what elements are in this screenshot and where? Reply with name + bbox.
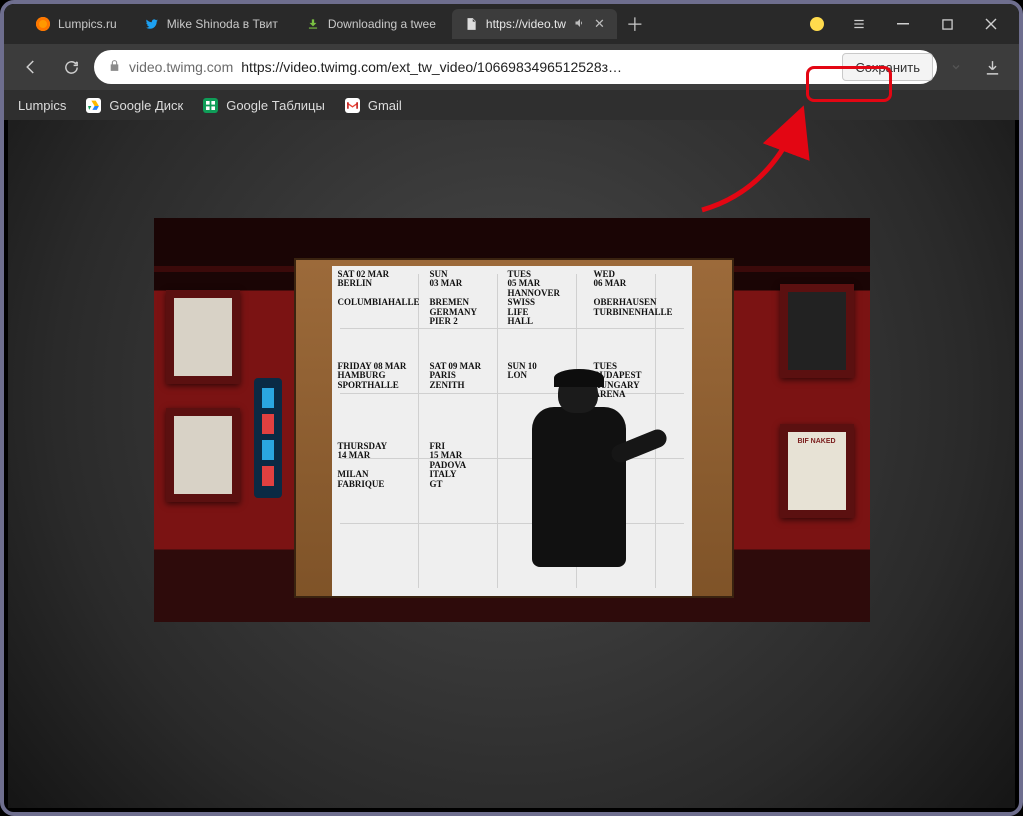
wall-poster — [780, 284, 854, 378]
video-player[interactable]: BIF NAKED SAT 02 MAR BERLIN COLUMBIAHALL… — [154, 218, 870, 622]
audio-icon — [574, 17, 586, 32]
person-drawing — [514, 373, 644, 618]
tab-strip: Lumpics.ru Mike Shinoda в Твит Downloadi… — [4, 4, 1019, 44]
google-sheets-icon — [203, 98, 218, 113]
close-icon[interactable]: ✕ — [594, 16, 605, 32]
maximize-button[interactable] — [925, 4, 969, 44]
bookmark-gmail[interactable]: Gmail — [345, 98, 402, 113]
menu-icon[interactable] — [837, 4, 881, 44]
page-viewport: BIF NAKED SAT 02 MAR BERLIN COLUMBIAHALL… — [8, 120, 1015, 808]
bookmark-google-sheets[interactable]: Google Таблицы — [203, 98, 325, 113]
minimize-button[interactable] — [881, 4, 925, 44]
wall-poster — [166, 408, 240, 502]
page-icon — [464, 17, 478, 31]
bookmark-label: Google Диск — [109, 98, 183, 113]
video-still: BIF NAKED SAT 02 MAR BERLIN COLUMBIAHALL… — [154, 218, 870, 622]
addr-dropdown-button[interactable] — [943, 61, 969, 73]
lock-icon — [108, 59, 121, 75]
reload-button[interactable] — [54, 50, 88, 84]
new-tab-button[interactable]: ＋ — [621, 10, 649, 38]
toolbar: video.twimg.com https://video.twimg.com/… — [4, 44, 1019, 90]
save-button[interactable]: Сохранить — [842, 53, 933, 81]
bookmark-label: Lumpics — [18, 98, 66, 113]
tab-lumpics[interactable]: Lumpics.ru — [24, 9, 129, 39]
bookmark-label: Gmail — [368, 98, 402, 113]
tab-download[interactable]: Downloading a twee — [294, 9, 448, 39]
close-window-button[interactable] — [969, 4, 1013, 44]
gmail-icon — [345, 98, 360, 113]
tab-title: Lumpics.ru — [58, 17, 117, 31]
google-drive-icon — [86, 98, 101, 113]
address-url: https://video.twimg.com/ext_tw_video/106… — [241, 59, 828, 75]
bookmark-lumpics[interactable]: Lumpics — [18, 98, 66, 113]
twitter-icon — [145, 17, 159, 31]
tab-video-active[interactable]: https://video.tw ✕ — [452, 9, 617, 39]
downloads-button[interactable] — [975, 50, 1009, 84]
address-host: video.twimg.com — [129, 59, 233, 75]
yandex-icon[interactable] — [797, 4, 837, 44]
bookmark-label: Google Таблицы — [226, 98, 325, 113]
bookmarks-bar: Lumpics Google Диск Google Таблицы Gmail — [4, 90, 1019, 120]
window-controls — [797, 4, 1013, 44]
bookmark-google-drive[interactable]: Google Диск — [86, 98, 183, 113]
tab-twitter[interactable]: Mike Shinoda в Твит — [133, 9, 290, 39]
address-bar[interactable]: video.twimg.com https://video.twimg.com/… — [94, 50, 937, 84]
wall-poster — [166, 290, 240, 384]
tab-title: Mike Shinoda в Твит — [167, 17, 278, 31]
download-icon — [306, 17, 320, 31]
lumpics-icon — [36, 17, 50, 31]
back-button[interactable] — [14, 50, 48, 84]
tab-title: https://video.tw — [486, 17, 566, 31]
tab-title: Downloading a twee — [328, 17, 436, 31]
save-button-label: Сохранить — [855, 60, 920, 75]
wall-light — [254, 378, 282, 498]
wall-poster: BIF NAKED — [780, 424, 854, 518]
